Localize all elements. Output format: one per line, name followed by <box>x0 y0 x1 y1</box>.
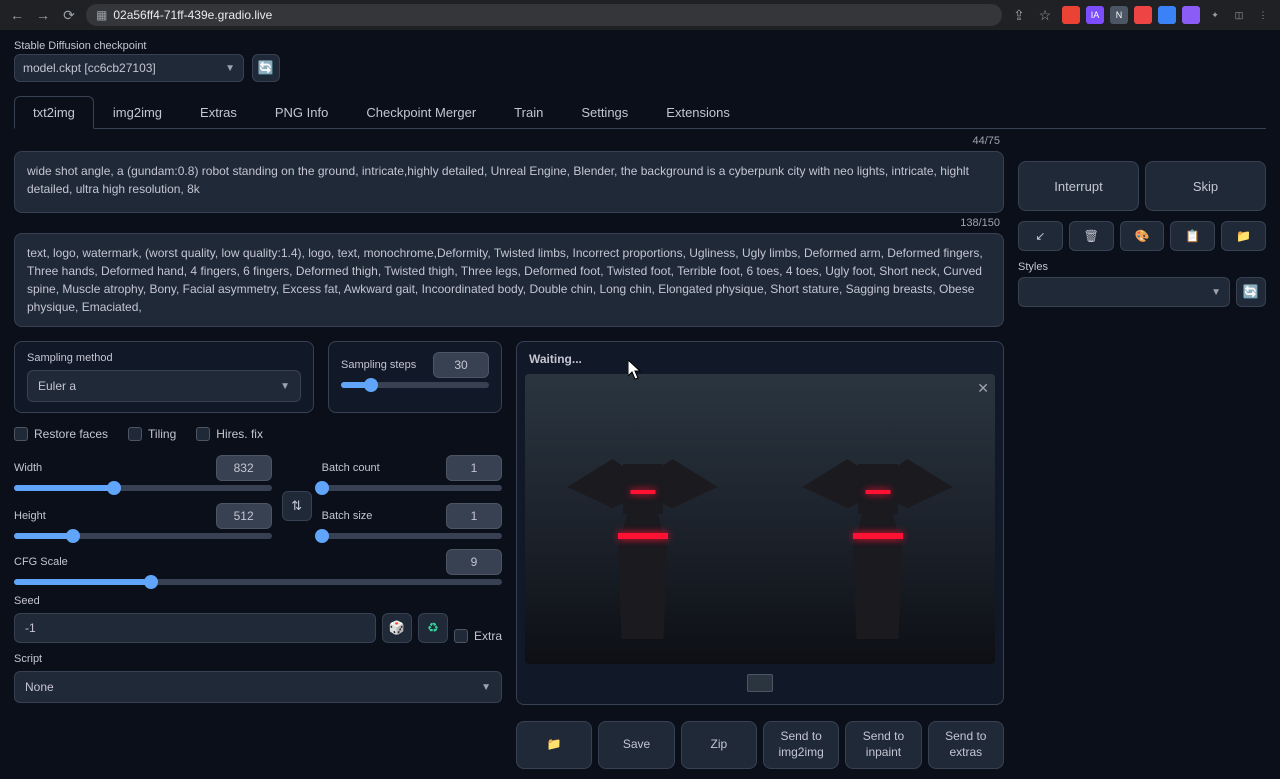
width-input[interactable]: 832 <box>216 455 272 481</box>
forward-button[interactable]: → <box>34 6 52 24</box>
restore-faces-checkbox[interactable]: Restore faces <box>14 427 108 441</box>
batch-count-input[interactable]: 1 <box>446 455 502 481</box>
thumbnail[interactable] <box>747 674 773 692</box>
cfg-input[interactable]: 9 <box>446 549 502 575</box>
chevron-down-icon: ▼ <box>280 381 290 392</box>
sampling-method-label: Sampling method <box>27 352 301 364</box>
checkpoint-label: Stable Diffusion checkpoint <box>14 40 244 52</box>
extensions-icon[interactable]: ✦ <box>1206 6 1224 24</box>
seed-random-button[interactable]: 🎲 <box>382 613 412 643</box>
menu-icon[interactable]: ⋮ <box>1254 6 1272 24</box>
prompt-token-count: 44/75 <box>972 135 1000 147</box>
width-slider[interactable] <box>14 485 272 491</box>
tab-extensions[interactable]: Extensions <box>647 96 749 128</box>
panel-icon[interactable]: ◫ <box>1230 6 1248 24</box>
seed-extra-checkbox[interactable]: Extra <box>454 629 502 643</box>
script-label: Script <box>14 653 502 665</box>
ext-icon[interactable]: N <box>1110 6 1128 24</box>
trash-icon-button[interactable]: 🗑 <box>1069 221 1114 251</box>
url-bar[interactable]: ▦ 02a56ff4-71ff-439e.gradio.live <box>86 4 1002 26</box>
back-button[interactable]: ← <box>8 6 26 24</box>
apply-style-button[interactable]: 🔄 <box>1236 277 1266 307</box>
batch-count-slider[interactable] <box>322 485 502 491</box>
batch-size-slider[interactable] <box>322 533 502 539</box>
thumbnail-strip <box>525 664 995 696</box>
prompt-textarea[interactable]: wide shot angle, a (gundam:0.8) robot st… <box>14 151 1004 213</box>
batch-size-input[interactable]: 1 <box>446 503 502 529</box>
output-image[interactable]: ✕ <box>525 374 995 664</box>
styles-label: Styles <box>1018 261 1230 273</box>
generated-image-robot <box>553 399 733 639</box>
seed-input[interactable]: -1 <box>14 613 376 643</box>
batch-count-label: Batch count <box>322 462 380 474</box>
ext-icon[interactable]: IA <box>1086 6 1104 24</box>
tiling-checkbox[interactable]: Tiling <box>128 427 176 441</box>
seed-reuse-button[interactable]: ♻ <box>418 613 448 643</box>
chevron-down-icon: ▼ <box>225 63 235 74</box>
tab-settings[interactable]: Settings <box>562 96 647 128</box>
extension-icons: IA N ✦ ◫ ⋮ <box>1062 6 1272 24</box>
palette-icon-button[interactable]: 🎨 <box>1120 221 1165 251</box>
chevron-down-icon: ▼ <box>481 682 491 693</box>
sampling-method-select[interactable]: Euler a ▼ <box>27 370 301 402</box>
folder-icon-button[interactable]: 📁 <box>1221 221 1266 251</box>
ext-icon[interactable] <box>1134 6 1152 24</box>
ext-icon[interactable] <box>1182 6 1200 24</box>
sampling-method-panel: Sampling method Euler a ▼ <box>14 341 314 413</box>
height-slider[interactable] <box>14 533 272 539</box>
batch-size-label: Batch size <box>322 510 373 522</box>
bookmark-icon[interactable]: ☆ <box>1036 6 1054 24</box>
skip-button[interactable]: Skip <box>1145 161 1266 211</box>
send-to-inpaint-button[interactable]: Send to inpaint <box>845 721 921 769</box>
cfg-slider[interactable] <box>14 579 502 585</box>
refresh-checkpoint-button[interactable]: 🔄 <box>252 54 280 82</box>
open-folder-button[interactable]: 📁 <box>516 721 592 769</box>
save-button[interactable]: Save <box>598 721 674 769</box>
script-select[interactable]: None ▼ <box>14 671 502 703</box>
chevron-down-icon: ▼ <box>1211 287 1221 298</box>
checkpoint-select[interactable]: model.ckpt [cc6cb27103] ▼ <box>14 54 244 82</box>
output-status: Waiting... <box>529 352 582 366</box>
options-row: Restore faces Tiling Hires. fix <box>14 423 502 445</box>
output-panel: Waiting... ✕ <box>516 341 1004 705</box>
arrow-icon-button[interactable]: ↙ <box>1018 221 1063 251</box>
share-icon[interactable]: ⇪ <box>1010 6 1028 24</box>
url-text: 02a56ff4-71ff-439e.gradio.live <box>113 8 272 22</box>
height-input[interactable]: 512 <box>216 503 272 529</box>
sampling-steps-panel: Sampling steps 30 <box>328 341 502 413</box>
sampling-steps-input[interactable]: 30 <box>433 352 489 378</box>
sampling-steps-label: Sampling steps <box>341 359 416 371</box>
neg-prompt-token-count: 138/150 <box>960 217 1000 229</box>
reload-button[interactable]: ⟳ <box>60 6 78 24</box>
styles-select[interactable]: ▼ <box>1018 277 1230 307</box>
seed-label: Seed <box>14 595 502 607</box>
browser-chrome: ← → ⟳ ▦ 02a56ff4-71ff-439e.gradio.live ⇪… <box>0 0 1280 30</box>
cfg-label: CFG Scale <box>14 556 68 568</box>
close-icon[interactable]: ✕ <box>977 380 989 397</box>
clipboard-icon-button[interactable]: 📋 <box>1170 221 1215 251</box>
tab-checkpoint-merger[interactable]: Checkpoint Merger <box>347 96 495 128</box>
ext-icon[interactable] <box>1062 6 1080 24</box>
zip-button[interactable]: Zip <box>681 721 757 769</box>
generated-image-robot <box>788 399 968 639</box>
interrupt-button[interactable]: Interrupt <box>1018 161 1139 211</box>
tab-extras[interactable]: Extras <box>181 96 256 128</box>
tab-img2img[interactable]: img2img <box>94 96 181 128</box>
sampling-steps-slider[interactable] <box>341 382 489 388</box>
send-to-img2img-button[interactable]: Send to img2img <box>763 721 839 769</box>
negative-prompt-textarea[interactable]: text, logo, watermark, (worst quality, l… <box>14 233 1004 327</box>
tabs: txt2img img2img Extras PNG Info Checkpoi… <box>14 96 1266 129</box>
tab-train[interactable]: Train <box>495 96 562 128</box>
width-label: Width <box>14 462 42 474</box>
tab-txt2img[interactable]: txt2img <box>14 96 94 129</box>
ext-icon[interactable] <box>1158 6 1176 24</box>
height-label: Height <box>14 510 46 522</box>
hires-fix-checkbox[interactable]: Hires. fix <box>196 427 263 441</box>
send-to-extras-button[interactable]: Send to extras <box>928 721 1004 769</box>
tab-png-info[interactable]: PNG Info <box>256 96 347 128</box>
swap-dimensions-button[interactable]: ⇅ <box>282 491 312 521</box>
